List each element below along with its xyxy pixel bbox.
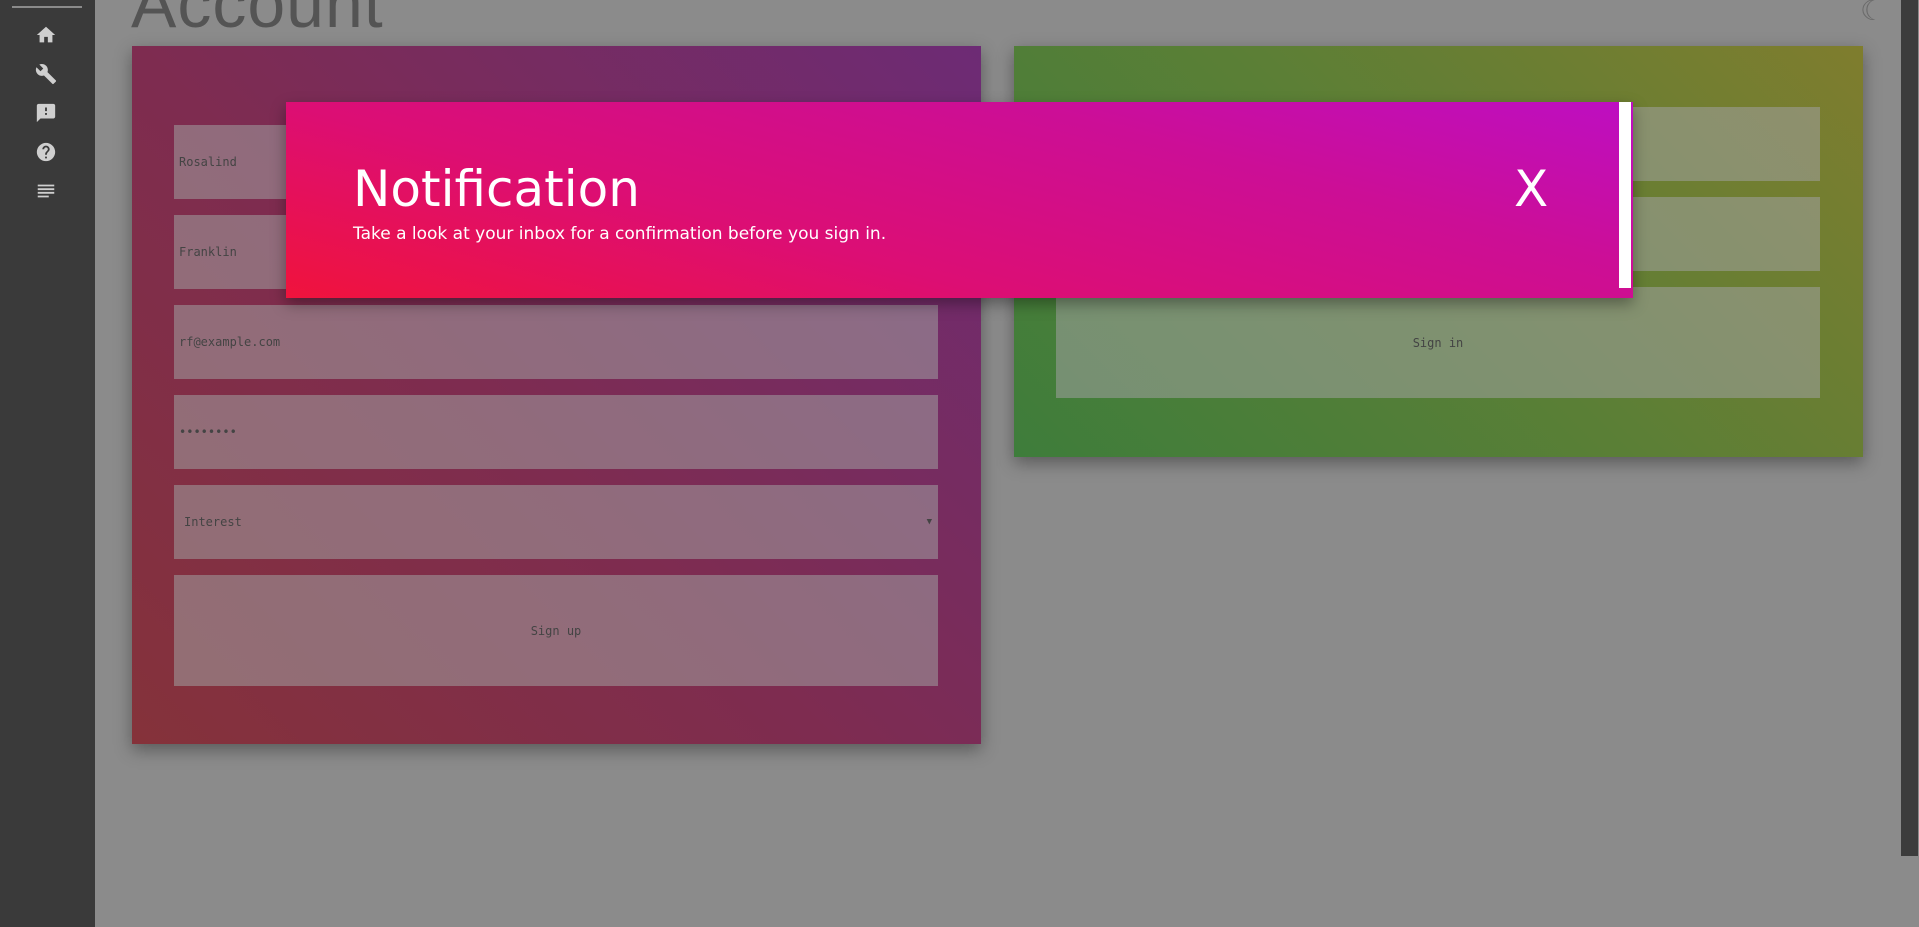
- signup-button[interactable]: Sign up: [174, 575, 938, 686]
- interest-select-value: Interest: [184, 515, 242, 529]
- notification-message: Take a look at your inbox for a confirma…: [353, 224, 887, 244]
- notification-modal: Notification Take a look at your inbox f…: [286, 102, 1633, 298]
- page-title: Account: [131, 0, 384, 42]
- wrench-icon: [35, 64, 57, 85]
- help-icon: [36, 142, 56, 162]
- sidebar-item-help[interactable]: [32, 138, 60, 166]
- modal-scrollbar[interactable]: [1619, 102, 1631, 288]
- chevron-down-icon: ▼: [926, 517, 932, 527]
- email-field[interactable]: rf@example.com: [174, 305, 938, 379]
- notification-title: Notification: [353, 160, 640, 218]
- sidebar-item-list[interactable]: [32, 177, 60, 205]
- interest-select[interactable]: Interest ▼: [174, 485, 938, 559]
- signin-button[interactable]: Sign in: [1056, 287, 1820, 398]
- sidebar-item-home[interactable]: [32, 21, 60, 49]
- close-button[interactable]: X: [1514, 164, 1548, 214]
- page-scrollbar[interactable]: [1900, 0, 1919, 927]
- home-icon: [36, 26, 56, 43]
- sidebar: [0, 0, 95, 927]
- moon-icon[interactable]: ☾: [1860, 0, 1885, 27]
- scrollbar-thumb[interactable]: [1901, 0, 1918, 856]
- list-icon: [37, 184, 55, 198]
- password-field[interactable]: ••••••••: [174, 395, 938, 469]
- sidebar-divider: [12, 6, 82, 8]
- sidebar-item-feedback[interactable]: [32, 99, 60, 127]
- sidebar-item-tools[interactable]: [32, 60, 60, 88]
- feedback-icon: [36, 103, 56, 123]
